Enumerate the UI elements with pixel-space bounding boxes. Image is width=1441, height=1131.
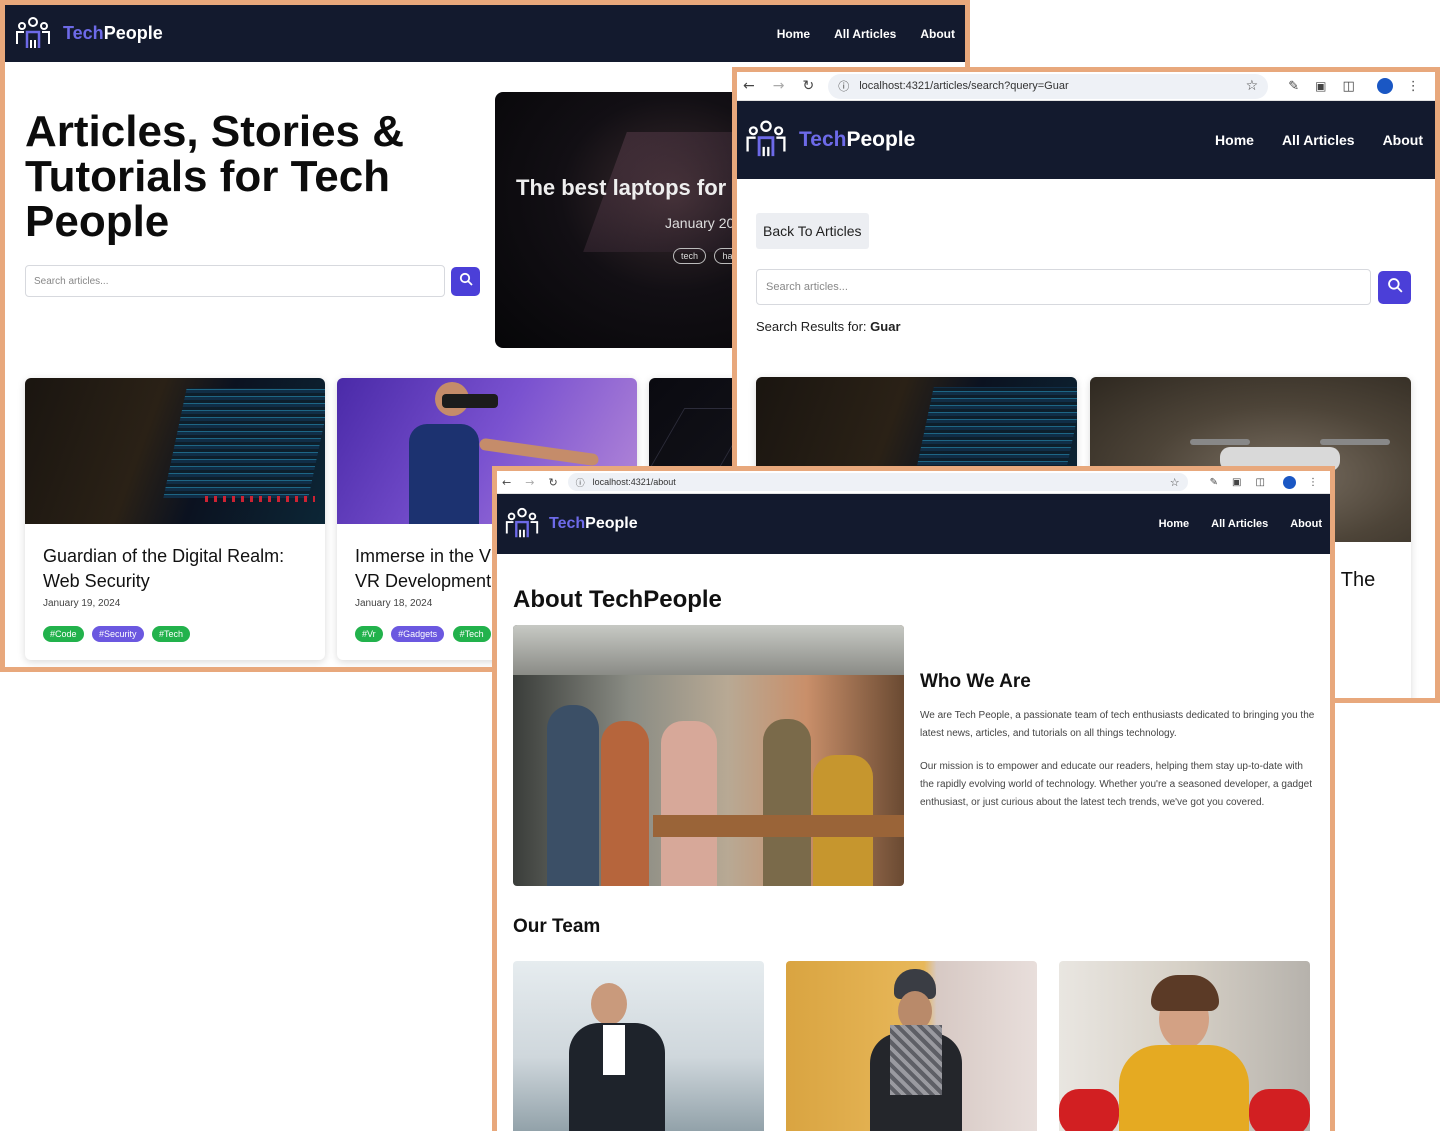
- card-image-code: [25, 378, 325, 524]
- results-prefix: Search Results for:: [756, 319, 871, 334]
- star-icon[interactable]: ☆: [1246, 78, 1259, 94]
- address-bar[interactable]: ⓘ localhost:4321/articles/search?query=G…: [828, 73, 1269, 99]
- team-photo: [513, 625, 904, 886]
- hero-title: The best laptops for: [516, 175, 727, 200]
- nav-about[interactable]: About: [1383, 132, 1423, 148]
- heading-line-1: Articles, Stories &: [25, 107, 405, 156]
- pen-icon[interactable]: ✎: [1210, 477, 1218, 488]
- brand-logo[interactable]: TechPeople: [743, 117, 915, 163]
- profile-icon[interactable]: [1282, 475, 1296, 489]
- brand-tech: Tech: [799, 128, 847, 151]
- search-icon: [459, 272, 473, 291]
- tag[interactable]: #Vr: [355, 626, 383, 642]
- reload-icon[interactable]: ↻: [802, 78, 814, 94]
- search-page-search-row: Search articles...: [756, 269, 1411, 305]
- about-navbar: TechPeople Home All Articles About: [497, 494, 1330, 554]
- tag[interactable]: #Code: [43, 626, 84, 642]
- nav-about[interactable]: About: [920, 27, 955, 41]
- logo-icon: [503, 505, 541, 543]
- search-input[interactable]: Search articles...: [756, 269, 1371, 305]
- team-member-photo[interactable]: [786, 961, 1037, 1131]
- card-title-line: VR Development: [355, 571, 492, 591]
- extension-icon[interactable]: ▣: [1232, 477, 1241, 488]
- search-icon: [1387, 277, 1403, 298]
- menu-icon[interactable]: ⋮: [1407, 79, 1420, 94]
- forward-arrow-icon[interactable]: →: [773, 78, 785, 94]
- search-button[interactable]: [1378, 270, 1411, 304]
- nav-all-articles[interactable]: All Articles: [1211, 518, 1268, 530]
- card-title: Guardian of the Digital Realm: Web Secur…: [43, 544, 284, 594]
- who-we-are-heading: Who We Are: [920, 671, 1031, 692]
- address-bar[interactable]: ⓘ localhost:4321/about ☆: [567, 473, 1188, 491]
- nav-about[interactable]: About: [1290, 518, 1322, 530]
- extension-icon[interactable]: ◫: [1342, 79, 1354, 94]
- card-title-line: Immerse in the V: [355, 546, 492, 566]
- nav-home[interactable]: Home: [1215, 132, 1254, 148]
- home-navbar: TechPeople Home All Articles About: [5, 5, 965, 62]
- who-we-are-paragraph-1: We are Tech People, a passionate team of…: [920, 710, 1315, 739]
- brand-tech: Tech: [549, 515, 586, 532]
- brand-logo[interactable]: TechPeople: [503, 505, 638, 543]
- brand-logo[interactable]: TechPeople: [13, 14, 163, 54]
- search-navbar: TechPeople Home All Articles About: [737, 101, 1435, 179]
- result-partial-title: : The: [1330, 569, 1376, 591]
- tag[interactable]: #Security: [91, 626, 144, 642]
- search-placeholder: Search articles...: [34, 275, 109, 287]
- url-text: localhost:4321/articles/search?query=Gua…: [859, 80, 1069, 92]
- who-we-are-paragraph-2: Our mission is to empower and educate ou…: [920, 761, 1312, 808]
- back-arrow-icon[interactable]: ←: [502, 476, 511, 489]
- search-results-label: Search Results for: Guar: [756, 319, 901, 334]
- hero-tag[interactable]: tech: [673, 248, 707, 264]
- home-heading: Articles, Stories & Tutorials for Tech P…: [25, 109, 404, 244]
- star-icon[interactable]: ☆: [1170, 476, 1180, 489]
- brand-tech: Tech: [63, 23, 104, 43]
- browser-toolbar: ← → ↻ ⓘ localhost:4321/articles/search?q…: [737, 72, 1435, 101]
- reload-icon[interactable]: ↻: [548, 476, 557, 489]
- heading-line-2: Tutorials for Tech: [25, 152, 391, 201]
- our-team-heading: Our Team: [513, 916, 601, 937]
- heading-line-3: People: [25, 197, 170, 246]
- nav-home[interactable]: Home: [777, 27, 810, 41]
- card-title: Immerse in the V VR Development: [355, 544, 491, 594]
- results-query: Guar: [870, 319, 901, 334]
- logo-icon: [743, 117, 789, 163]
- tag[interactable]: #Tech: [452, 626, 491, 642]
- nav-all-articles[interactable]: All Articles: [834, 27, 896, 41]
- nav-home[interactable]: Home: [1159, 518, 1190, 530]
- tag[interactable]: #Gadgets: [391, 626, 445, 642]
- about-screenshot: ← → ↻ ⓘ localhost:4321/about ☆ ✎ ▣ ◫ ⋮ T…: [492, 466, 1335, 1131]
- brand-people: People: [846, 128, 916, 151]
- card-title-line: Guardian of the Digital Realm:: [43, 546, 285, 566]
- profile-icon[interactable]: [1376, 78, 1393, 94]
- extension-icon[interactable]: ◫: [1256, 477, 1265, 488]
- back-to-articles-button[interactable]: Back To Articles: [756, 213, 869, 249]
- back-arrow-icon[interactable]: ←: [743, 78, 755, 94]
- pen-icon[interactable]: ✎: [1288, 79, 1299, 94]
- hero-date: January 20: [665, 215, 735, 231]
- forward-arrow-icon[interactable]: →: [525, 476, 534, 489]
- card-date: January 19, 2024: [43, 598, 121, 609]
- article-card[interactable]: Guardian of the Digital Realm: Web Secur…: [25, 378, 325, 660]
- team-member-photo[interactable]: [1059, 961, 1310, 1131]
- extension-icon[interactable]: ▣: [1315, 79, 1326, 93]
- brand-people: People: [585, 515, 638, 532]
- browser-toolbar: ← → ↻ ⓘ localhost:4321/about ☆ ✎ ▣ ◫ ⋮: [497, 471, 1330, 494]
- card-title-line: Web Security: [43, 571, 150, 591]
- info-icon: ⓘ: [838, 80, 850, 93]
- tag[interactable]: #Tech: [151, 626, 190, 642]
- url-text: localhost:4321/about: [592, 477, 676, 487]
- home-search-row: Search articles...: [25, 265, 480, 297]
- search-button[interactable]: [451, 266, 480, 296]
- brand-people: People: [103, 23, 163, 43]
- nav-all-articles[interactable]: All Articles: [1282, 132, 1355, 148]
- card-date: January 18, 2024: [355, 598, 433, 609]
- about-title: About TechPeople: [513, 586, 722, 613]
- logo-icon: [13, 14, 53, 54]
- info-icon: ⓘ: [575, 478, 585, 489]
- search-input[interactable]: Search articles...: [25, 265, 445, 297]
- team-member-photo[interactable]: [513, 961, 764, 1131]
- search-placeholder: Search articles...: [766, 281, 848, 293]
- menu-icon[interactable]: ⋮: [1308, 477, 1318, 488]
